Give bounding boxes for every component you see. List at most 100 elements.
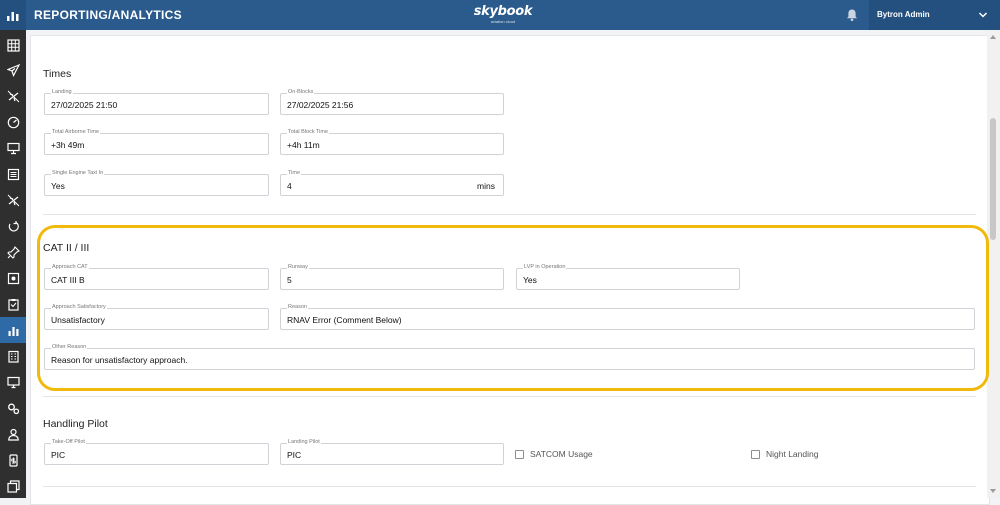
landing-pilot-label: Landing Pilot [287,439,321,446]
skybook-logo: skybook aviation cloud [473,4,533,24]
nav-displays[interactable] [0,369,26,395]
approach-cat-field[interactable]: Approach CAT CAT III B [44,264,269,290]
user-icon [7,428,19,441]
plane-crossed-icon [7,90,19,102]
gears-icon [7,403,19,414]
runway-label: Runway [287,264,309,271]
plane-icon [6,63,20,77]
nav-documents[interactable] [0,161,26,187]
approach-satisfactory-label: Approach Satisfactory [51,304,107,311]
on-blocks-field[interactable]: On-Blocks 27/02/2025 21:56 [280,89,504,115]
single-engine-taxi-value: Yes [51,181,65,191]
total-block-time-field[interactable]: Total Block Time +4h 11m [280,129,504,155]
nav-pins[interactable] [0,239,26,265]
taxi-time-field[interactable]: Time 4 mins [280,170,504,196]
single-engine-taxi-field[interactable]: Single Engine Taxi In Yes [44,170,269,196]
gauge-icon [7,116,19,128]
approach-cat-label: Approach CAT [51,264,89,271]
total-block-time-label: Total Block Time [287,129,330,136]
building-icon [7,350,19,363]
nav-users[interactable] [0,421,26,447]
section-divider [43,214,976,215]
top-bar: REPORTING/ANALYTICS skybook aviation clo… [0,0,1000,30]
night-landing-label: Night Landing [766,449,819,459]
taxi-time-unit: mins [477,181,495,191]
lvp-in-operation-label: LVP in Operation [523,264,567,271]
reason-field[interactable]: Reason RNAV Error (Comment Below) [280,304,975,330]
on-blocks-label: On-Blocks [287,89,315,96]
pin-icon [6,245,20,259]
nav-flights[interactable] [0,57,26,83]
scroll-down-icon[interactable] [990,489,996,493]
take-off-pilot-field[interactable]: Take-Off Pilot PIC [44,439,269,465]
logo-subtext: aviation cloud [490,19,516,24]
single-engine-taxi-label: Single Engine Taxi In [51,170,105,177]
vertical-scrollbar[interactable] [987,30,1000,498]
other-reason-value: Reason for unsatisfactory approach. [51,355,188,365]
approach-satisfactory-value: Unsatisfactory [51,315,105,325]
nav-reporting[interactable] [0,317,26,343]
satcom-usage-checkbox[interactable]: SATCOM Usage [515,449,593,459]
night-landing-box[interactable] [751,449,760,459]
square-target-icon [7,272,19,284]
total-airborne-time-field[interactable]: Total Airborne Time +3h 49m [44,129,269,155]
chevron-down-icon [978,12,988,18]
on-blocks-value: 27/02/2025 21:56 [287,100,354,110]
runway-field[interactable]: Runway 5 [280,264,504,290]
night-landing-checkbox[interactable]: Night Landing [751,449,818,459]
landing-field[interactable]: Landing 27/02/2025 21:50 [44,89,269,115]
nav-diverted-flights[interactable] [0,187,26,213]
nav-tasks[interactable] [0,265,26,291]
landing-pilot-field[interactable]: Landing Pilot PIC [280,439,504,465]
taxi-time-value: 4 [287,181,292,191]
nav-sustainability[interactable] [0,213,26,239]
take-off-pilot-label: Take-Off Pilot [51,439,86,446]
times-section-title: Times [43,68,72,80]
app-title: REPORTING/ANALYTICS [34,8,182,22]
reason-label: Reason [287,304,308,311]
logo-text: skybook [473,4,533,19]
nav-grid[interactable] [0,32,26,58]
nav-windows[interactable] [0,473,26,499]
landing-value: 27/02/2025 21:50 [51,100,118,110]
approach-satisfactory-field[interactable]: Approach Satisfactory Unsatisfactory [44,304,269,330]
handling-pilot-section-title: Handling Pilot [43,418,108,430]
lvp-in-operation-field[interactable]: LVP in Operation Yes [516,264,740,290]
total-block-time-value: +4h 11m [287,140,320,150]
phone-dollar-icon [8,453,18,467]
scroll-thumb[interactable] [990,118,996,240]
plane-crossed-icon [7,194,19,206]
nav-settings[interactable] [0,395,26,421]
nav-cancelled-flights[interactable] [0,83,26,109]
recycle-icon [8,220,19,232]
runway-value: 5 [287,275,292,285]
other-reason-label: Other Reason [51,344,88,351]
clipboard-icon [7,298,19,311]
satcom-usage-box[interactable] [515,449,524,459]
user-menu[interactable]: Bytron Admin [869,0,1000,30]
document-list-icon [7,168,19,180]
nav-briefing[interactable] [0,135,26,161]
bell-icon[interactable] [845,8,859,22]
total-airborne-time-value: +3h 49m [51,140,85,150]
nav-checklists[interactable] [0,291,26,317]
nav-billing[interactable] [0,447,26,473]
scroll-up-icon[interactable] [990,35,996,39]
presentation-icon [6,142,20,154]
windows-icon [6,479,20,493]
landing-label: Landing [51,89,73,96]
reporting-analytics-icon[interactable] [0,0,26,30]
reason-value: RNAV Error (Comment Below) [287,315,402,325]
approach-cat-value: CAT III B [51,275,85,285]
user-name: Bytron Admin [877,10,930,19]
cat-section-title: CAT II / III [43,242,90,254]
nav-bases[interactable] [0,343,26,369]
nav-dashboard[interactable] [0,109,26,135]
other-reason-field[interactable]: Other Reason Reason for unsatisfactory a… [44,344,975,370]
section-divider [43,486,976,487]
total-airborne-time-label: Total Airborne Time [51,129,101,136]
lvp-in-operation-value: Yes [523,275,537,285]
section-divider [43,396,976,397]
monitor-icon [6,376,20,388]
satcom-usage-label: SATCOM Usage [530,449,593,459]
